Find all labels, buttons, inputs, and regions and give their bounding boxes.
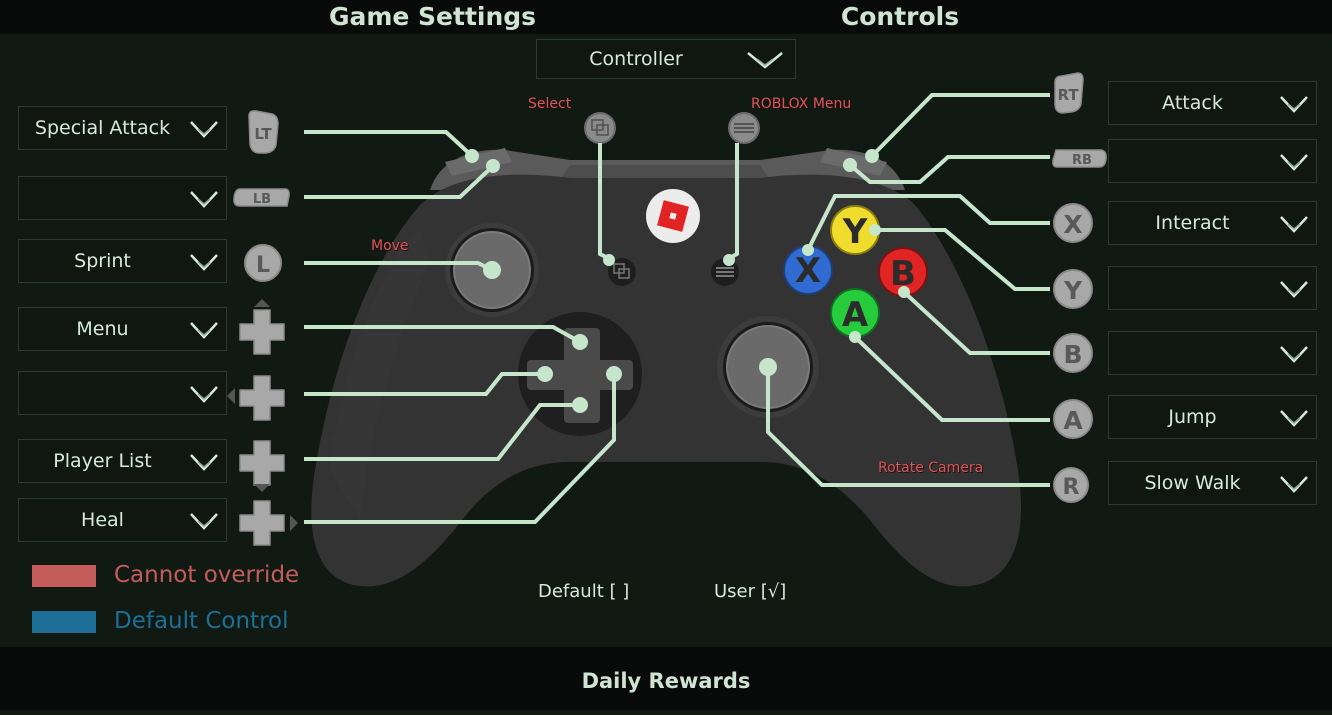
binding-value [1109,332,1276,374]
chevron-down-icon [190,322,218,339]
lt-icon: LT [248,110,279,154]
svg-text:RT: RT [1057,86,1079,104]
binding-dropdown-lt[interactable]: Special Attack [18,106,227,150]
binding-value: Menu [76,318,129,340]
y-icon: Y [1053,269,1093,309]
binding-dropdown-lb[interactable] [18,176,227,220]
svg-text:X: X [795,251,821,291]
chevron-down-icon [190,254,218,271]
svg-text:L: L [256,253,270,278]
binding-dropdown-x[interactable]: Interact [1108,201,1317,245]
l-stick-icon: L [244,244,282,282]
legend-label-default-control: Default Control [114,608,289,634]
annotation-roblox-menu: ROBLOX Menu [751,96,852,112]
chevron-down-icon [190,454,218,471]
binding-dropdown-y[interactable] [1108,266,1317,310]
svg-text:LT: LT [254,125,272,143]
svg-text:RB: RB [1072,153,1092,168]
lb-icon: LB [233,188,290,207]
dpad-left-icon [227,375,285,421]
x-icon: X [1053,203,1093,243]
svg-text:Y: Y [842,212,868,252]
select-icon [584,112,616,144]
daily-rewards-button[interactable]: Daily Rewards [0,647,1332,715]
default-mode-toggle[interactable]: Default [ ] [538,581,629,602]
dpad-right-icon [239,500,298,546]
chevron-down-icon [190,513,218,530]
binding-dropdown-a[interactable]: Jump [1108,395,1317,439]
binding-dropdown-b[interactable] [1108,331,1317,375]
chevron-down-icon [190,386,218,403]
binding-value: Sprint [74,250,131,272]
legend-label-cannot-override: Cannot override [114,562,300,588]
dpad-up-icon [239,299,285,355]
binding-dropdown-rt[interactable]: Attack [1108,81,1317,125]
chevron-down-icon [1280,346,1308,363]
binding-dropdown-dpad-right[interactable]: Heal [18,498,227,542]
chevron-down-icon [190,191,218,208]
chevron-down-icon [1280,216,1308,233]
binding-value [19,177,186,219]
chevron-down-icon [1280,476,1308,493]
chevron-down-icon [1280,154,1308,171]
rb-icon: RB [1052,149,1107,168]
svg-text:A: A [842,295,869,335]
face-button-a[interactable]: A [830,288,880,338]
binding-value [1109,140,1276,182]
roblox-logo-button[interactable] [646,189,700,243]
binding-value: Heal [81,509,124,531]
annotation-select: Select [528,96,572,112]
annotation-rotate-camera: Rotate Camera [878,460,984,476]
binding-dropdown-rb[interactable] [1108,139,1317,183]
binding-value [1109,267,1276,309]
a-icon: A [1053,399,1093,439]
chevron-down-icon [747,52,783,69]
b-icon: B [1053,333,1093,373]
roblox-menu-icon [728,112,760,144]
control-scheme-dropdown[interactable]: Controller [536,39,796,79]
annotation-move: Move [371,238,409,254]
legend-swatch-default-control [32,611,96,633]
svg-text:B: B [1063,340,1082,369]
dpad-down-icon [239,440,285,492]
binding-value: Special Attack [34,117,171,139]
binding-dropdown-dpad-up[interactable]: Menu [18,307,227,351]
bottom-bar: Daily Rewards [0,647,1332,710]
svg-text:LB: LB [253,192,271,207]
svg-text:R: R [1063,475,1080,500]
chevron-down-icon [1280,410,1308,427]
chevron-down-icon [190,121,218,138]
binding-dropdown-dpad-left[interactable] [18,371,227,415]
binding-value: Player List [53,450,152,472]
svg-text:A: A [1063,406,1083,435]
binding-value: Slow Walk [1144,472,1241,494]
binding-value: Attack [1162,92,1223,114]
r-stick-icon: R [1053,467,1089,503]
binding-dropdown-dpad-down[interactable]: Player List [18,439,227,483]
chevron-down-icon [1280,281,1308,298]
rt-icon: RT [1054,72,1084,114]
binding-value: Interact [1155,212,1230,234]
binding-dropdown-l-stick[interactable]: Sprint [18,239,227,283]
binding-value: Jump [1168,406,1217,428]
legend-swatch-cannot-override [32,565,96,587]
svg-text:Y: Y [1063,276,1083,305]
user-mode-toggle[interactable]: User [√] [714,581,786,602]
chevron-down-icon [1280,96,1308,113]
control-scheme-value: Controller [589,48,683,70]
svg-text:X: X [1063,210,1082,239]
binding-dropdown-r-stick[interactable]: Slow Walk [1108,461,1317,505]
binding-value [19,372,186,414]
